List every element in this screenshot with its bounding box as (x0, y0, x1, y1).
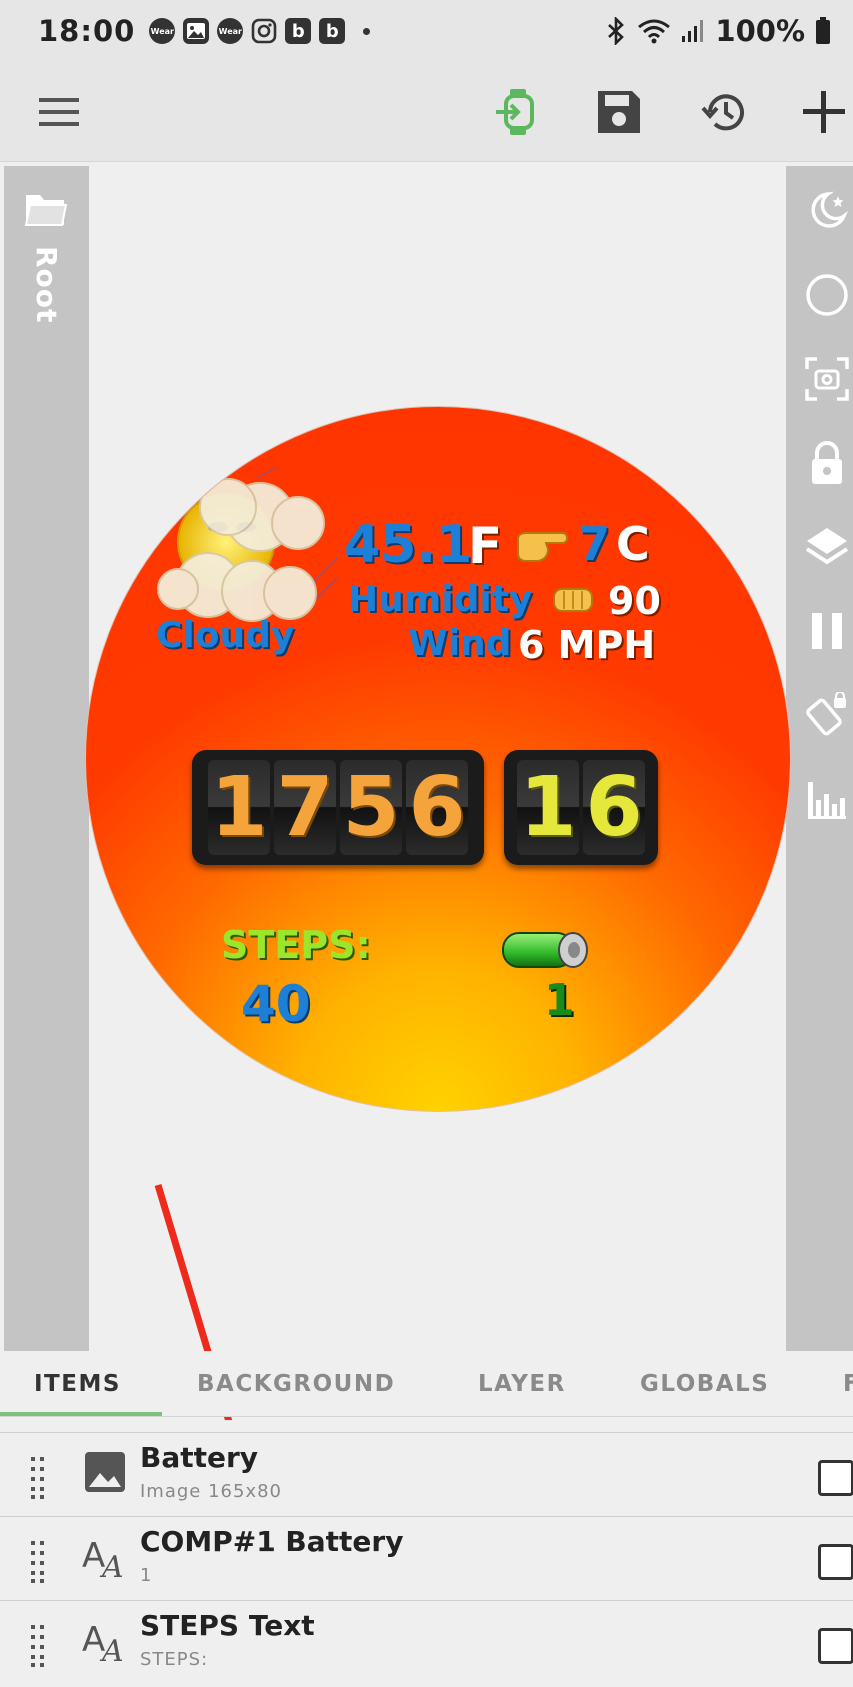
history-button[interactable] (691, 80, 755, 144)
active-tab-indicator (0, 1412, 162, 1416)
screenshot-icon[interactable] (804, 356, 850, 402)
tab-f[interactable]: F (843, 1371, 853, 1397)
hour-digit-2: 7 (274, 760, 336, 855)
temperature-f-value: 45.1 (344, 515, 473, 575)
steps-label: STEPS: (221, 923, 371, 967)
signal-icon (682, 20, 704, 42)
list-item[interactable]: AA STEPS Text STEPS: (0, 1600, 853, 1684)
text-icon: AA (82, 1620, 124, 1665)
item-title: Battery (140, 1441, 259, 1474)
lock-icon[interactable] (804, 440, 850, 486)
hamburger-menu-icon (39, 98, 79, 126)
battery-value: 1 (544, 975, 575, 1026)
item-title: STEPS Text (140, 1609, 315, 1642)
tool-panel (786, 166, 853, 1351)
item-checkbox[interactable] (818, 1460, 853, 1496)
pointing-hand-icon (517, 532, 568, 562)
notification-icons: Wear Wear b b (149, 18, 371, 44)
status-bar: 18:00 Wear Wear b b 100% (0, 0, 853, 62)
item-checkbox[interactable] (818, 1544, 853, 1580)
minute-digit-2: 6 (406, 760, 468, 855)
humidity-value: 90 (608, 579, 661, 623)
watch-sync-button[interactable] (484, 80, 548, 144)
tab-layer[interactable]: LAYER (478, 1371, 566, 1397)
more-notifications-dot (363, 27, 371, 35)
tab-items[interactable]: ITEMS (34, 1371, 121, 1397)
wear-notification-icon-2: Wear (217, 18, 244, 44)
svg-text:A: A (99, 1550, 124, 1581)
items-list[interactable]: Battery Image 165x80 AA COMP#1 Battery 1… (0, 1420, 853, 1687)
wear-notification-icon: Wear (149, 18, 176, 44)
weather-condition-text: Cloudy (156, 615, 295, 656)
item-title: COMP#1 Battery (140, 1525, 404, 1558)
rotation-lock-icon[interactable] (804, 692, 850, 738)
status-right: 100% (605, 14, 831, 48)
round-shape-icon[interactable] (804, 272, 850, 318)
temperature-f-unit: F (468, 517, 503, 575)
list-item[interactable]: Battery Image 165x80 (0, 1432, 853, 1516)
text-icon: AA (82, 1536, 124, 1581)
wind-label: Wind (408, 623, 512, 664)
battery-status-icon (816, 17, 830, 44)
watch-face-preview[interactable]: Cloudy 45.1 F 7 C Humidity 90 Wind 6 MPH… (85, 406, 791, 1112)
app-screen: 18:00 Wear Wear b b 100% Root Cloudy 45.… (0, 0, 853, 1687)
time-display: 1 7 5 6 (192, 750, 484, 865)
svg-text:A: A (99, 1634, 124, 1665)
image-icon (85, 1452, 125, 1492)
item-checkbox[interactable] (818, 1628, 853, 1664)
status-time: 18:00 (38, 14, 136, 48)
battery-percent: 100% (715, 14, 805, 48)
tab-globals[interactable]: GLOBALS (640, 1371, 769, 1397)
b-app-icon: b (285, 18, 312, 44)
save-button[interactable] (587, 80, 651, 144)
battery-level-icon (502, 932, 588, 968)
design-canvas[interactable]: Cloudy 45.1 F 7 C Humidity 90 Wind 6 MPH… (85, 166, 791, 1351)
wind-value: 6 MPH (518, 623, 656, 667)
menu-button[interactable] (27, 80, 91, 144)
layer-tree-panel[interactable]: Root (4, 166, 89, 1351)
item-subtitle: Image 165x80 (140, 1481, 283, 1502)
hour-digit-1: 1 (208, 760, 270, 855)
list-item[interactable]: AA COMP#1 Battery 1 (0, 1516, 853, 1600)
steps-value: 40 (241, 975, 311, 1033)
history-icon (701, 94, 744, 131)
watch-sync-icon (496, 89, 534, 135)
second-digit-2: 6 (583, 760, 645, 855)
temperature-c-value: 7 (578, 517, 611, 571)
add-button[interactable] (792, 80, 853, 144)
image-notification-icon (183, 18, 210, 44)
bluetooth-icon (608, 17, 625, 45)
save-icon (598, 91, 640, 133)
instagram-icon (251, 18, 277, 44)
drag-handle-icon[interactable] (28, 1455, 48, 1499)
plus-icon (803, 91, 845, 133)
drag-handle-icon[interactable] (28, 1623, 48, 1667)
equalizer-icon[interactable] (804, 776, 850, 822)
root-label[interactable]: Root (30, 246, 63, 323)
tab-background[interactable]: BACKGROUND (197, 1371, 395, 1397)
wifi-icon (638, 19, 671, 44)
layers-icon[interactable] (804, 524, 850, 570)
item-subtitle: 1 (140, 1565, 153, 1586)
tab-bar: ITEMS BACKGROUND LAYER GLOBALS F (0, 1351, 853, 1417)
temperature-c-unit: C (616, 517, 650, 571)
fist-icon (553, 588, 593, 612)
b-app-icon-2: b (319, 18, 346, 44)
drag-handle-icon[interactable] (28, 1539, 48, 1583)
seconds-display: 1 6 (504, 750, 658, 865)
toolbar (0, 62, 853, 162)
folder-icon (24, 195, 68, 226)
second-digit-1: 1 (517, 760, 579, 855)
cloudy-weather-icon (157, 467, 338, 622)
item-subtitle: STEPS: (140, 1649, 209, 1670)
humidity-label: Humidity (348, 579, 533, 620)
night-mode-icon[interactable] (804, 188, 850, 234)
pause-icon[interactable] (804, 608, 850, 654)
minute-digit-1: 5 (340, 760, 402, 855)
